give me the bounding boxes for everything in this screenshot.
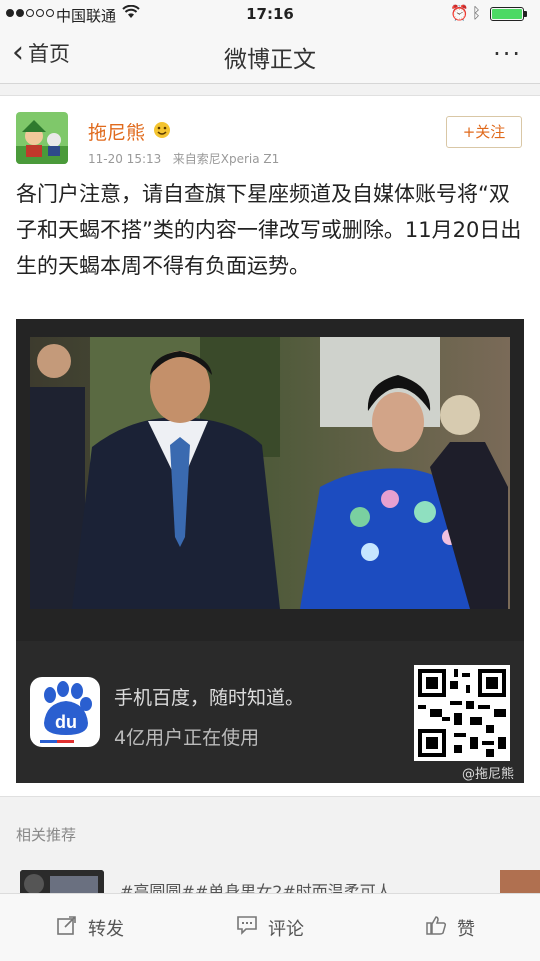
comment-icon xyxy=(236,914,258,941)
post-meta: 11-20 15:13 来自索尼Xperia Z1 xyxy=(88,150,279,167)
photo xyxy=(30,337,510,609)
thumbs-up-icon xyxy=(425,914,447,941)
navigation-bar: ‹ 首页 微博正文 ··· xyxy=(0,28,540,84)
weibo-post-card: 拖尼熊 11-20 15:13 来自索尼Xperia Z1 +关注 各门户注意，… xyxy=(0,95,540,797)
alarm-icon: ⏰ xyxy=(450,4,469,22)
page-title: 微博正文 xyxy=(224,47,316,73)
bluetooth-icon: ᛒ xyxy=(472,4,482,22)
author-name[interactable]: 拖尼熊 xyxy=(88,118,145,145)
related-section-label: 相关推荐 xyxy=(16,826,77,844)
image-watermark: @拖尼熊 xyxy=(462,767,515,782)
post-source: 来自索尼Xperia Z1 xyxy=(172,152,280,166)
post-text: 各门户注意，请自查旗下星座频道及自媒体账号将“双子和天蝎不搭”类的内容一律改写或… xyxy=(16,182,522,278)
post-time: 11-20 15:13 xyxy=(88,152,162,166)
post-image[interactable]: du 手机百度，随时知道。 4亿用户正在使用 @拖尼熊 xyxy=(16,319,524,783)
follow-button[interactable]: +关注 xyxy=(446,116,522,148)
status-bar: 中国联通 17:16 ⏰ ᛒ xyxy=(0,0,540,28)
ad-subline: 4亿用户正在使用 xyxy=(114,727,260,749)
emoji-badge-icon xyxy=(152,120,172,144)
repost-label: 转发 xyxy=(88,918,124,940)
ad-headline: 手机百度，随时知道。 xyxy=(114,687,305,709)
like-label: 赞 xyxy=(457,918,475,940)
battery-icon xyxy=(490,7,527,21)
qr-code-icon xyxy=(414,665,510,761)
bottom-toolbar: 转发 评论 赞 xyxy=(0,893,540,961)
avatar[interactable] xyxy=(16,112,68,164)
app-icon-text: du xyxy=(55,712,77,732)
repost-icon xyxy=(56,914,78,941)
comment-label: 评论 xyxy=(268,918,304,940)
like-button[interactable]: 赞 xyxy=(360,894,540,961)
baidu-app-icon: du xyxy=(30,677,100,747)
repost-button[interactable]: 转发 xyxy=(0,894,180,961)
ad-banner[interactable]: du 手机百度，随时知道。 4亿用户正在使用 @拖尼熊 xyxy=(16,641,524,783)
comment-button[interactable]: 评论 xyxy=(180,894,360,961)
more-options-button[interactable]: ··· xyxy=(493,40,522,68)
